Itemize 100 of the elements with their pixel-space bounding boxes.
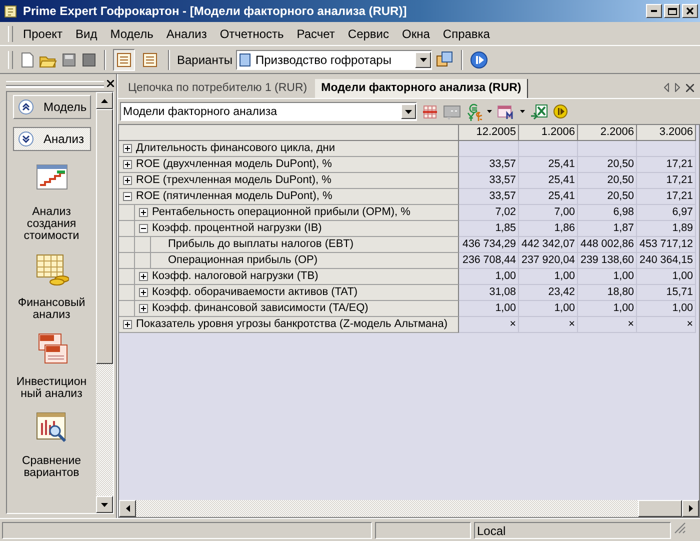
row-label: ROE (пятичленная модель DuPont), % <box>135 189 332 204</box>
compare-icon[interactable] <box>34 411 68 445</box>
value-cell: × <box>637 317 696 333</box>
double-chevron-up-icon <box>18 99 34 115</box>
expand-toggle[interactable] <box>139 272 148 281</box>
menu-item[interactable]: Проект <box>17 24 69 42</box>
row-label: Рентабельность операционной прибыли (OPM), % <box>151 205 410 220</box>
close-button[interactable] <box>682 4 698 18</box>
value-cell: 1,85 <box>459 221 519 237</box>
value-cell: 448 002,86 <box>578 237 637 253</box>
value-cell: 18,80 <box>578 285 637 301</box>
currency-icon[interactable] <box>466 102 482 120</box>
value-cell: × <box>578 317 637 333</box>
scroll-up-icon[interactable] <box>101 98 108 102</box>
row-label: Коэфф. налоговой нагрузки (TB) <box>151 269 318 284</box>
status-text: Local <box>474 522 671 539</box>
new-file-icon[interactable] <box>19 52 35 68</box>
caret-icon[interactable] <box>520 110 525 113</box>
value-cell: 1,86 <box>519 221 578 237</box>
list-view-button[interactable] <box>113 48 135 70</box>
menu-item[interactable]: Сервис <box>342 24 396 42</box>
tab-scroll-left-icon[interactable] <box>664 83 669 92</box>
value-cell: 25,41 <box>519 157 578 173</box>
expand-toggle[interactable] <box>123 160 132 169</box>
menu-item[interactable]: Расчет <box>290 24 341 42</box>
play-icon[interactable] <box>470 50 488 68</box>
variant-select[interactable]: Призводство гофротары <box>236 50 432 70</box>
value-cell: 15,71 <box>637 285 696 301</box>
value-cell: 1,00 <box>519 301 578 317</box>
menu-item[interactable]: Окна <box>396 24 436 42</box>
excel-export-icon[interactable] <box>530 104 548 120</box>
scroll-down-icon[interactable] <box>101 502 108 506</box>
expand-toggle[interactable] <box>123 176 132 185</box>
column-header: 2.2006 <box>578 125 637 141</box>
row-label: Длительность финансового цикла, дни <box>135 141 335 156</box>
menu-item[interactable]: Справка <box>436 24 496 42</box>
calendar-icon[interactable] <box>497 104 515 120</box>
expand-toggle[interactable] <box>139 304 148 313</box>
sidebar-group-button[interactable]: Модель <box>12 95 90 119</box>
expand-toggle[interactable] <box>123 192 132 201</box>
expand-toggle[interactable] <box>139 224 148 233</box>
scrollbar-thumb[interactable] <box>638 500 682 517</box>
sidebar-item-label[interactable]: Анализ создания стоимости <box>12 206 92 242</box>
sidebar-group-button[interactable]: Анализ <box>12 127 90 151</box>
value-cell: 17,21 <box>637 173 696 189</box>
save-all-icon[interactable] <box>81 52 97 68</box>
value-cell: 33,57 <box>459 189 519 205</box>
close-icon[interactable] <box>686 84 694 92</box>
minimize-button[interactable] <box>646 4 662 18</box>
value-cell: 1,89 <box>637 221 696 237</box>
horizontal-scrollbar[interactable] <box>119 500 699 517</box>
grid-icon[interactable] <box>422 104 438 120</box>
value-cell: 17,21 <box>637 157 696 173</box>
sidebar-item-label[interactable]: Финансовый анализ <box>12 297 92 321</box>
save-icon[interactable] <box>61 52 77 68</box>
value-cell: 33,57 <box>459 173 519 189</box>
maximize-icon <box>667 6 677 16</box>
value-cell: 240 364,15 <box>637 253 696 269</box>
value-cell: 20,50 <box>578 189 637 205</box>
caret-icon[interactable] <box>487 110 492 113</box>
model-select[interactable]: Модели факторного анализа <box>120 102 417 121</box>
empty-cell <box>637 141 696 157</box>
app-icon <box>3 3 19 19</box>
value-cell: × <box>519 317 578 333</box>
expand-toggle[interactable] <box>123 144 132 153</box>
expand-toggle[interactable] <box>139 288 148 297</box>
expand-toggle[interactable] <box>139 208 148 217</box>
row-label: Прибыль до выплаты налогов (EBT) <box>167 237 354 252</box>
value-cell: 442 342,07 <box>519 237 578 253</box>
value-cell: 1,00 <box>637 301 696 317</box>
document-tab[interactable]: Цепочка по потребителю 1 (RUR) <box>122 79 314 98</box>
vertical-scrollbar[interactable] <box>96 92 113 513</box>
sidebar-item-label[interactable]: Инвестицион ный анализ <box>12 376 92 400</box>
sidebar-item-label[interactable]: Сравнение вариантов <box>12 455 92 479</box>
dropdown-arrow-icon <box>420 58 427 62</box>
value-cell: × <box>459 317 519 333</box>
resize-grip-icon[interactable] <box>674 522 686 534</box>
menu-item[interactable]: Отчетность <box>214 24 290 42</box>
menu-item[interactable]: Модель <box>104 24 160 42</box>
menu-item[interactable]: Анализ <box>160 24 213 42</box>
coins-icon[interactable] <box>34 253 68 287</box>
tab-scroll-right-icon[interactable] <box>675 83 680 92</box>
row-label: ROE (двухчленная модель DuPont), % <box>135 157 332 172</box>
value-cell: 1,00 <box>459 269 519 285</box>
value-cell: 236 708,44 <box>459 253 519 269</box>
variants-label: Варианты <box>177 52 232 66</box>
dropdown-arrow-icon <box>405 110 412 114</box>
document-tab[interactable]: Модели факторного анализа (RUR) <box>315 79 528 98</box>
scroll-right-icon[interactable] <box>688 505 692 512</box>
expand-toggle[interactable] <box>123 320 132 329</box>
value-cell: 31,08 <box>459 285 519 301</box>
value-cell: 20,50 <box>578 173 637 189</box>
maximize-button[interactable] <box>664 4 680 18</box>
column-header: 12.2005 <box>459 125 519 141</box>
scroll-left-icon[interactable] <box>126 505 130 512</box>
windows-icon[interactable] <box>436 50 454 68</box>
form-icon <box>142 52 158 68</box>
menu-item[interactable]: Вид <box>70 24 104 42</box>
close-icon[interactable] <box>107 80 114 86</box>
play-icon[interactable] <box>553 104 568 119</box>
